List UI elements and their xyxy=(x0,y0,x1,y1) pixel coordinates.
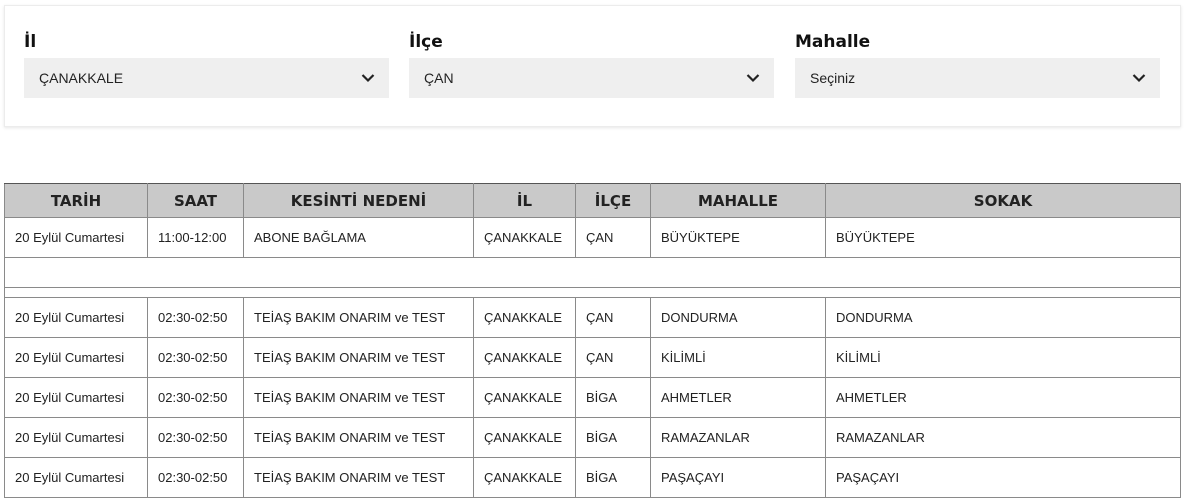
table-row: 20 Eylül Cumartesi 02:30-02:50 TEİAŞ BAK… xyxy=(4,377,1181,418)
cell-mahalle: DONDURMA xyxy=(650,297,826,338)
cell-sokak: PAŞAÇAYI xyxy=(825,457,1181,498)
header-mahalle: MAHALLE xyxy=(650,183,826,218)
cell-mahalle: AHMETLER xyxy=(650,377,826,418)
table-row: 20 Eylül Cumartesi 02:30-02:50 TEİAŞ BAK… xyxy=(4,457,1181,498)
cell-il: ÇANAKKALE xyxy=(473,417,576,458)
cell-sokak: KİLİMLİ xyxy=(825,337,1181,378)
ilce-select[interactable]: ÇAN xyxy=(409,58,774,98)
separator-line xyxy=(5,268,1180,288)
cell-ilce: BİGA xyxy=(575,417,651,458)
cell-tarih: 20 Eylül Cumartesi xyxy=(4,337,148,378)
table-header-row: TARİH SAAT KESİNTİ NEDENİ İL İLÇE MAHALL… xyxy=(4,183,1181,218)
cell-saat: 11:00-12:00 xyxy=(147,217,244,258)
cell-tarih: 20 Eylül Cumartesi xyxy=(4,297,148,338)
table-row: 20 Eylül Cumartesi 02:30-02:50 TEİAŞ BAK… xyxy=(4,417,1181,458)
chevron-down-icon xyxy=(746,74,760,83)
cell-mahalle: PAŞAÇAYI xyxy=(650,457,826,498)
table-row: 20 Eylül Cumartesi 11:00-12:00 ABONE BAĞ… xyxy=(4,217,1181,258)
cell-il: ÇANAKKALE xyxy=(473,457,576,498)
mahalle-select[interactable]: Seçiniz xyxy=(795,58,1160,98)
mahalle-filter: Mahalle Seçiniz xyxy=(795,30,1160,98)
separator-cell xyxy=(4,257,1181,298)
cell-saat: 02:30-02:50 xyxy=(147,297,244,338)
chevron-down-icon xyxy=(361,74,375,83)
cell-sokak: BÜYÜKTEPE xyxy=(825,217,1181,258)
cell-kesinti-nedeni: ABONE BAĞLAMA xyxy=(243,217,474,258)
il-label: İl xyxy=(24,32,37,52)
cell-mahalle: RAMAZANLAR xyxy=(650,417,826,458)
cell-mahalle: BÜYÜKTEPE xyxy=(650,217,826,258)
chevron-down-icon xyxy=(1132,74,1146,83)
il-select-value: ÇANAKKALE xyxy=(39,70,124,86)
cell-ilce: ÇAN xyxy=(575,337,651,378)
il-select[interactable]: ÇANAKKALE xyxy=(24,58,389,98)
cell-sokak: AHMETLER xyxy=(825,377,1181,418)
cell-sokak: DONDURMA xyxy=(825,297,1181,338)
cell-kesinti-nedeni: TEİAŞ BAKIM ONARIM ve TEST xyxy=(243,417,474,458)
ilce-label: İlçe xyxy=(409,32,443,52)
empty-separator-row xyxy=(4,257,1181,298)
ilce-select-value: ÇAN xyxy=(424,70,454,86)
cell-tarih: 20 Eylül Cumartesi xyxy=(4,217,148,258)
table-row: 20 Eylül Cumartesi 02:30-02:50 TEİAŞ BAK… xyxy=(4,337,1181,378)
table-row: 20 Eylül Cumartesi 02:30-02:50 TEİAŞ BAK… xyxy=(4,297,1181,338)
cell-il: ÇANAKKALE xyxy=(473,217,576,258)
cell-ilce: BİGA xyxy=(575,457,651,498)
cell-kesinti-nedeni: TEİAŞ BAKIM ONARIM ve TEST xyxy=(243,457,474,498)
header-il: İL xyxy=(473,183,576,218)
cell-il: ÇANAKKALE xyxy=(473,337,576,378)
header-saat: SAAT xyxy=(147,183,244,218)
mahalle-select-value: Seçiniz xyxy=(810,70,856,86)
filter-panel: İl ÇANAKKALE İlçe ÇAN Mahalle Seçiniz xyxy=(4,5,1181,127)
cell-tarih: 20 Eylül Cumartesi xyxy=(4,377,148,418)
cell-tarih: 20 Eylül Cumartesi xyxy=(4,457,148,498)
cell-sokak: RAMAZANLAR xyxy=(825,417,1181,458)
cell-mahalle: KİLİMLİ xyxy=(650,337,826,378)
header-kesinti-nedeni: KESİNTİ NEDENİ xyxy=(243,183,474,218)
cell-ilce: ÇAN xyxy=(575,217,651,258)
cell-kesinti-nedeni: TEİAŞ BAKIM ONARIM ve TEST xyxy=(243,297,474,338)
cell-saat: 02:30-02:50 xyxy=(147,457,244,498)
cell-kesinti-nedeni: TEİAŞ BAKIM ONARIM ve TEST xyxy=(243,377,474,418)
cell-kesinti-nedeni: TEİAŞ BAKIM ONARIM ve TEST xyxy=(243,337,474,378)
cell-ilce: ÇAN xyxy=(575,297,651,338)
header-ilce: İLÇE xyxy=(575,183,651,218)
cell-saat: 02:30-02:50 xyxy=(147,417,244,458)
cell-il: ÇANAKKALE xyxy=(473,297,576,338)
cell-saat: 02:30-02:50 xyxy=(147,337,244,378)
header-tarih: TARİH xyxy=(4,183,148,218)
header-sokak: SOKAK xyxy=(825,183,1181,218)
il-filter: İl ÇANAKKALE xyxy=(24,30,389,98)
mahalle-label: Mahalle xyxy=(795,32,871,52)
outage-table-container: TARİH SAAT KESİNTİ NEDENİ İL İLÇE MAHALL… xyxy=(4,183,1181,498)
outage-table: TARİH SAAT KESİNTİ NEDENİ İL İLÇE MAHALL… xyxy=(4,183,1181,498)
cell-saat: 02:30-02:50 xyxy=(147,377,244,418)
ilce-filter: İlçe ÇAN xyxy=(409,30,774,98)
cell-tarih: 20 Eylül Cumartesi xyxy=(4,417,148,458)
cell-il: ÇANAKKALE xyxy=(473,377,576,418)
cell-ilce: BİGA xyxy=(575,377,651,418)
